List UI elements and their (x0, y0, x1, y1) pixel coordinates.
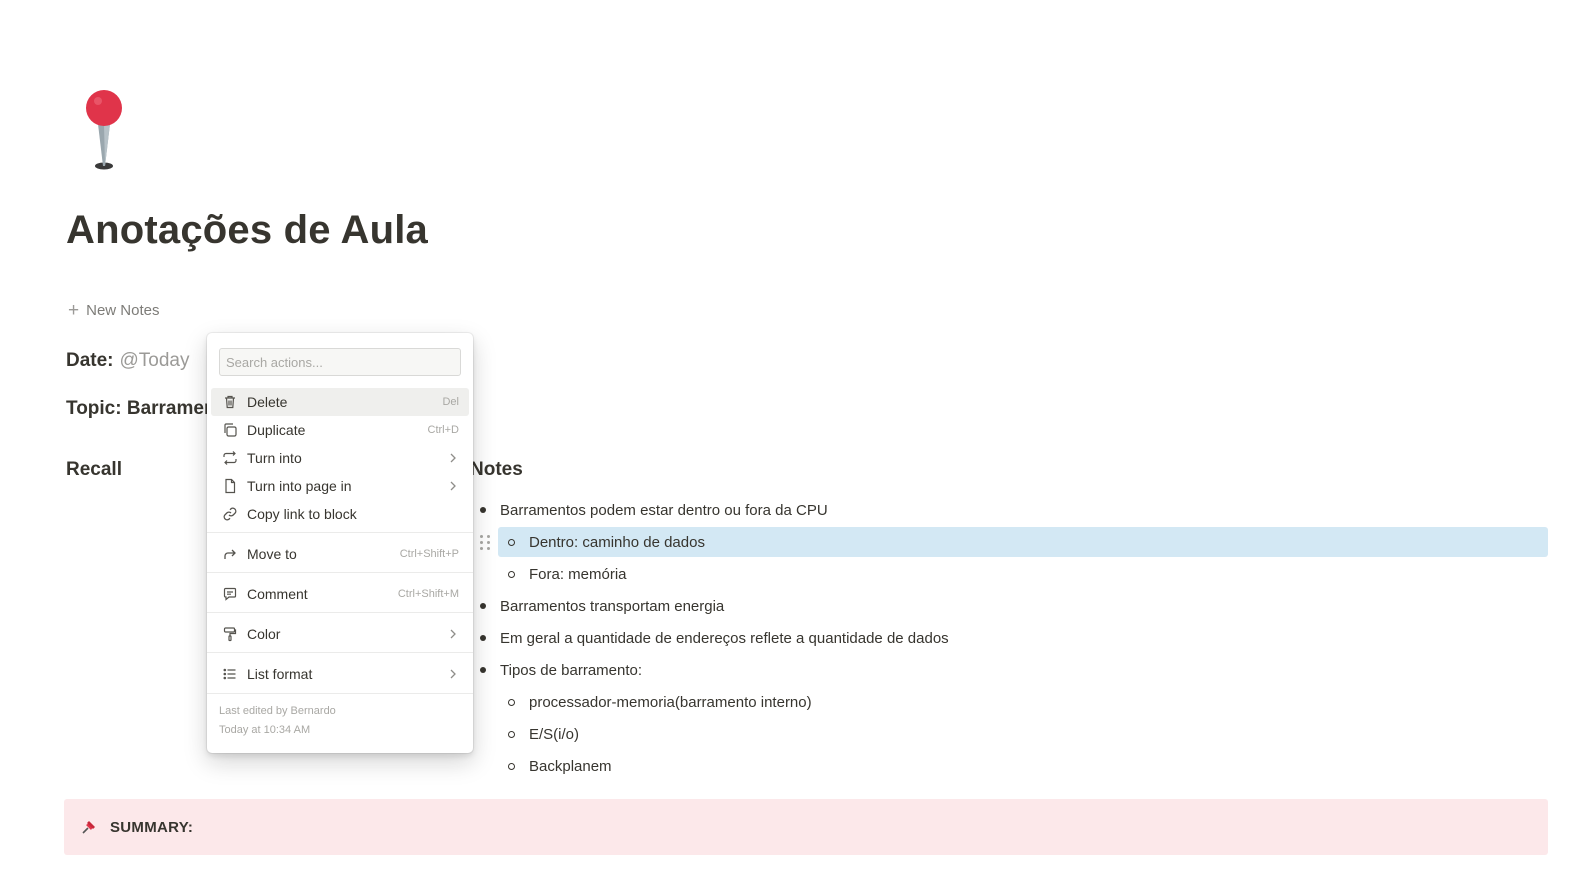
menu-item-label: List format (247, 666, 313, 682)
list-item[interactable]: Dentro: caminho de dados (508, 527, 705, 557)
bullet-circle-icon (508, 730, 515, 738)
page-title[interactable]: Anotações de Aula (66, 208, 428, 253)
drag-handle-icon[interactable] (480, 533, 492, 551)
list-item[interactable]: Tipos de barramento: (480, 655, 642, 685)
notes-heading[interactable]: Notes (470, 459, 523, 481)
pushpin-icon (82, 821, 95, 834)
menu-item-label: Color (247, 626, 281, 642)
bullet-circle-icon (508, 538, 515, 546)
menu-item-turn-into[interactable]: Turn into (211, 444, 469, 472)
pushpin-round-icon (86, 90, 122, 170)
paint-roller-icon (221, 625, 239, 643)
topic-line[interactable]: Topic: Barramer (66, 398, 211, 420)
menu-divider (207, 532, 473, 533)
bullet-circle-icon (508, 570, 515, 578)
menu-item-label: Comment (247, 586, 308, 602)
menu-item-turn-into-page-in[interactable]: Turn into page in (211, 472, 469, 500)
list-item-text: Barramentos transportam energia (500, 597, 725, 615)
menu-item-move-to[interactable]: Move to Ctrl+Shift+P (211, 540, 469, 568)
date-line[interactable]: Date: @Today (66, 350, 190, 372)
trash-icon (221, 393, 239, 411)
menu-item-shortcut: Ctrl+Shift+M (397, 588, 459, 600)
move-arrow-icon (221, 545, 239, 563)
menu-item-label: Turn into page in (247, 478, 352, 494)
link-icon (221, 505, 239, 523)
bullet-circle-icon (508, 698, 515, 706)
date-mention[interactable]: @Today (120, 350, 190, 371)
list-item[interactable]: Em geral a quantidade de endereços refle… (480, 623, 949, 653)
menu-item-list-format[interactable]: List format (211, 660, 469, 688)
menu-item-copy-link[interactable]: Copy link to block (211, 500, 469, 528)
comment-icon (221, 585, 239, 603)
turn-into-icon (221, 449, 239, 467)
recall-heading[interactable]: Recall (66, 459, 122, 481)
menu-item-label: Turn into (247, 450, 302, 466)
page-icon (221, 477, 239, 495)
list-item-text: Em geral a quantidade de endereços refle… (500, 629, 949, 647)
list-item-text: Backplanem (529, 757, 612, 775)
chevron-right-icon (450, 481, 456, 491)
menu-divider (207, 572, 473, 573)
last-edited-time: Today at 10:34 AM (219, 724, 311, 736)
bullet-circle-icon (508, 762, 515, 770)
menu-item-shortcut: Ctrl+Shift+P (399, 548, 459, 560)
menu-divider (207, 612, 473, 613)
list-item-text: Barramentos podem estar dentro ou fora d… (500, 501, 828, 519)
menu-item-label: Delete (247, 394, 288, 410)
list-item[interactable]: Fora: memória (508, 559, 627, 589)
chevron-right-icon (450, 629, 456, 639)
list-item[interactable]: processador-memoria(barramento interno) (508, 687, 812, 717)
list-item[interactable]: Backplanem (508, 751, 612, 781)
list-item-text: Dentro: caminho de dados (529, 533, 705, 551)
list-item[interactable]: Barramentos podem estar dentro ou fora d… (480, 495, 828, 525)
list-item[interactable]: Barramentos transportam energia (480, 591, 724, 621)
summary-label: SUMMARY: (110, 818, 194, 836)
list-item-text: E/S(i/o) (529, 725, 580, 743)
menu-item-shortcut: Del (442, 396, 459, 408)
page-icon[interactable] (84, 86, 128, 174)
list-icon (221, 665, 239, 683)
menu-item-label: Move to (247, 546, 297, 562)
new-notes-button[interactable]: + New Notes (68, 301, 159, 320)
menu-item-delete[interactable]: Delete Del (211, 388, 469, 416)
menu-item-label: Copy link to block (247, 506, 357, 522)
menu-item-comment[interactable]: Comment Ctrl+Shift+M (211, 580, 469, 608)
plus-icon: + (68, 300, 80, 321)
list-item-text: Fora: memória (529, 565, 627, 583)
list-item[interactable]: E/S(i/o) (508, 719, 579, 749)
list-item-text: processador-memoria(barramento interno) (529, 693, 812, 711)
duplicate-icon (221, 421, 239, 439)
date-label: Date: (66, 350, 114, 371)
bullet-dot-icon (480, 507, 486, 513)
bullet-dot-icon (480, 635, 486, 641)
bullet-dot-icon (480, 667, 486, 673)
chevron-right-icon (450, 669, 456, 679)
menu-item-color[interactable]: Color (211, 620, 469, 648)
menu-item-duplicate[interactable]: Duplicate Ctrl+D (211, 416, 469, 444)
chevron-right-icon (450, 453, 456, 463)
menu-divider (207, 652, 473, 653)
menu-item-label: Duplicate (247, 422, 306, 438)
last-edited-by: Last edited by Bernardo (219, 705, 336, 717)
new-notes-label: New Notes (86, 302, 160, 319)
menu-item-shortcut: Ctrl+D (427, 424, 459, 436)
list-item-text: Tipos de barramento: (500, 661, 643, 679)
summary-callout[interactable]: SUMMARY: (64, 799, 1548, 855)
search-actions-input[interactable] (219, 348, 461, 376)
block-context-menu: Delete Del Duplicate Ctrl+D Turn into Tu… (207, 333, 473, 753)
bullet-dot-icon (480, 603, 486, 609)
menu-divider (207, 693, 473, 694)
